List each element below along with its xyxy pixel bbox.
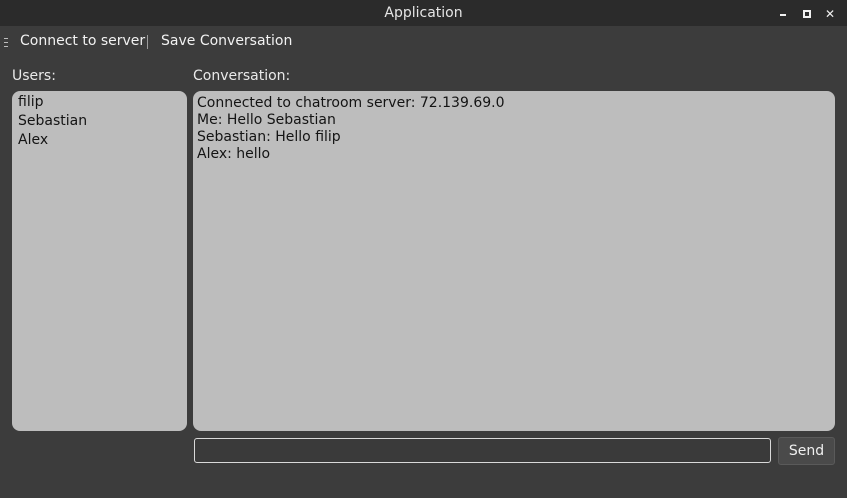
conversation-label: Conversation: [193,68,291,84]
user-list-item[interactable]: Alex [18,131,181,150]
window-title: Application [384,5,463,21]
application-window: Application ✕ Connect to server Save Con… [0,0,847,498]
message-input[interactable] [194,438,771,463]
conversation-message: Sebastian: Hello filip [197,129,341,145]
maximize-icon[interactable] [798,5,814,21]
minimize-icon[interactable] [775,5,791,21]
user-list-item[interactable]: filip [18,93,181,112]
users-list[interactable]: filip Sebastian Alex [12,91,187,431]
toolbar-grip-icon[interactable] [4,38,9,48]
connect-to-server-button[interactable]: Connect to server [20,33,145,49]
toolbar: Connect to server Save Conversation [0,26,847,60]
save-conversation-button[interactable]: Save Conversation [161,33,292,49]
conversation-view[interactable]: Connected to chatroom server: 72.139.69.… [193,91,835,431]
users-label: Users: [12,68,56,84]
conversation-message: Me: Hello Sebastian [197,112,336,128]
user-list-item[interactable]: Sebastian [18,112,181,131]
close-icon[interactable]: ✕ [822,5,838,21]
title-bar[interactable]: Application ✕ [0,0,847,26]
toolbar-separator [147,35,148,49]
conversation-message: Connected to chatroom server: 72.139.69.… [197,95,505,111]
conversation-message: Alex: hello [197,146,271,162]
send-button[interactable]: Send [778,437,835,465]
